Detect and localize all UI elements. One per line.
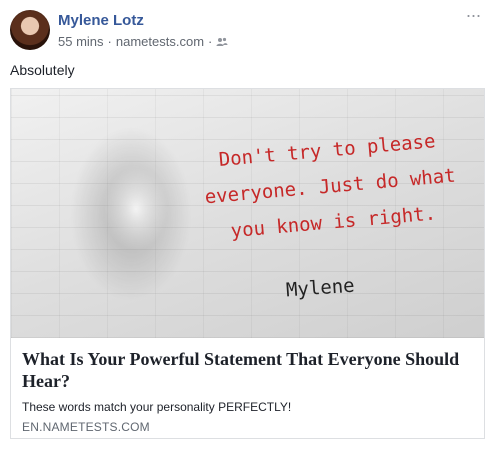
author-avatar[interactable] [10,10,50,50]
meta-separator: · [107,34,112,49]
post-message: Absolutely [10,62,75,78]
meta-separator-2: · [208,34,213,49]
timestamp-link[interactable]: 55 mins [58,34,104,49]
author-name-link[interactable]: Mylene Lotz [58,12,144,29]
portrait-sketch [51,99,221,329]
link-preview-image[interactable]: Don't try to please everyone. Just do wh… [11,89,484,338]
link-title[interactable]: What Is Your Powerful Statement That Eve… [22,348,472,392]
feed-post: Mylene Lotz 55 mins · nametests.com · ··… [0,0,497,449]
link-description: These words match your personality PERFE… [22,400,292,414]
post-meta: 55 mins · nametests.com · [58,34,228,49]
link-domain: EN.NAMETESTS.COM [22,420,150,434]
more-options-icon[interactable]: ··· [461,6,485,28]
link-preview-card[interactable]: Don't try to please everyone. Just do wh… [10,88,485,439]
source-link[interactable]: nametests.com [116,34,204,49]
friends-icon[interactable] [216,36,228,48]
image-quote: Don't try to please everyone. Just do wh… [196,121,464,251]
link-preview-body[interactable]: What Is Your Powerful Statement That Eve… [11,338,484,438]
